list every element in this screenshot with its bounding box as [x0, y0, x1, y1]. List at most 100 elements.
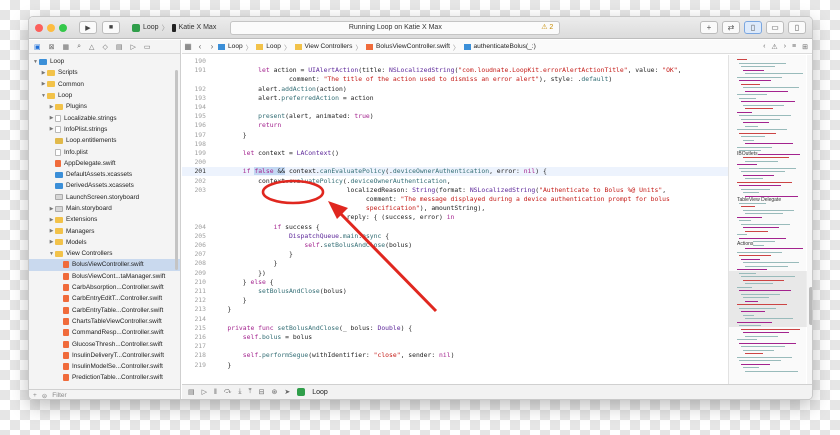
tree-item[interactable]: Info.plist — [29, 146, 180, 157]
tree-item[interactable]: ▶ Main.storyboard — [29, 203, 180, 214]
tree-item[interactable]: DefaultAssets.xcassets — [29, 169, 180, 180]
code-line[interactable]: 209 }) — [182, 269, 728, 278]
navigator-scrollbar[interactable] — [175, 70, 178, 270]
breadcrumb-item[interactable]: Loop 〉 — [256, 42, 291, 52]
breakpoint-icon[interactable]: ▷ — [130, 43, 135, 51]
add-icon[interactable]: + — [33, 392, 37, 399]
code-line[interactable]: 207 } — [182, 250, 728, 259]
code-line[interactable]: 208 } — [182, 259, 728, 268]
view-hierarchy-icon[interactable]: ⊟ — [259, 388, 265, 396]
step-over-icon[interactable]: ⤼ — [224, 388, 231, 396]
tree-item[interactable]: DerivedAssets.xcassets — [29, 180, 180, 191]
chevron-left-icon[interactable]: ‹ — [763, 43, 765, 51]
tree-item[interactable]: InsulinModelSe...Controller.swift — [29, 361, 180, 372]
code-line[interactable]: 192 alert.addAction(action) — [182, 85, 728, 94]
code-line[interactable]: comment: "The message displayed during a… — [182, 195, 728, 204]
tree-item[interactable]: CarbEntryTable...Controller.swift — [29, 305, 180, 316]
minimap-section-label[interactable]: IBOutlets — [737, 151, 758, 157]
minimize-window-button[interactable] — [47, 23, 55, 32]
tree-item[interactable]: BolusViewController.swift — [29, 259, 180, 271]
code-line[interactable]: 191 let action = UIAlertAction(title: NS… — [182, 66, 728, 75]
code-line[interactable]: 219 } — [182, 361, 728, 370]
warning-badge[interactable]: ⚠ 2 — [541, 23, 553, 31]
tree-item[interactable]: ▶ Models — [29, 237, 180, 248]
code-line[interactable]: 206 self.setBolusAndClose(bolus) — [182, 241, 728, 250]
test-icon[interactable]: ◇ — [102, 43, 107, 51]
hide-debug-icon[interactable]: ▤ — [188, 388, 195, 396]
code-line[interactable]: 213 } — [182, 305, 728, 314]
code-line[interactable]: 194 — [182, 103, 728, 112]
symbol-icon[interactable]: ▦ — [63, 43, 70, 51]
code-line[interactable]: 214 — [182, 315, 728, 324]
disclosure-closed-icon[interactable]: ▶ — [48, 217, 55, 223]
minimap-section-label[interactable]: Actions — [737, 241, 754, 247]
code-line[interactable]: specification"), amountString), — [182, 204, 728, 213]
disclosure-open-icon[interactable]: ▼ — [40, 93, 47, 99]
search-icon[interactable]: ⌕ — [77, 43, 81, 51]
disclosure-open-icon[interactable]: ▼ — [32, 59, 39, 65]
code-line[interactable]: reply: { (success, error) in — [182, 213, 728, 222]
minimap-section-label[interactable]: TableView Delegate — [737, 197, 782, 203]
code-line[interactable]: 190 — [182, 57, 728, 66]
tree-item[interactable]: ChartsTableViewController.swift — [29, 316, 180, 327]
tree-item[interactable]: PredictionTable...Controller.swift — [29, 372, 180, 383]
tree-item[interactable]: ▼ Loop — [29, 90, 180, 101]
tree-item[interactable]: LaunchScreen.storyboard — [29, 192, 180, 203]
library-button[interactable]: + — [700, 21, 718, 34]
code-line[interactable]: 199 let context = LAContext() — [182, 149, 728, 158]
editor-scrollbar[interactable] — [807, 55, 812, 385]
tree-item[interactable]: ▶ Localizable.strings — [29, 112, 180, 123]
location-icon[interactable]: ➤ — [284, 388, 290, 396]
related-items-icon[interactable]: ▦ — [182, 42, 194, 51]
toggle-inspector-button[interactable]: ▯ — [788, 21, 806, 34]
code-line[interactable]: comment: "The title of the action used t… — [182, 75, 728, 84]
code-line[interactable]: 195 present(alert, animated: true) — [182, 112, 728, 121]
tree-item[interactable]: AppDelegate.swift — [29, 158, 180, 169]
breadcrumb-item[interactable]: BolusViewController.swift 〉 — [366, 42, 460, 52]
disclosure-closed-icon[interactable]: ▶ — [48, 126, 55, 132]
scheme-selector[interactable]: Loop 〉 Katie X Max — [128, 21, 220, 34]
debug-icon[interactable]: ▤ — [116, 43, 123, 51]
toggle-debug-button[interactable]: ▭ — [766, 21, 784, 34]
code-line[interactable]: 193 alert.preferredAction = action — [182, 94, 728, 103]
code-line[interactable]: 200 — [182, 158, 728, 167]
code-line[interactable]: 197 } — [182, 131, 728, 140]
code-line[interactable]: 205 DispatchQueue.main.async { — [182, 232, 728, 241]
warning-icon[interactable]: ⚠ — [771, 43, 777, 51]
breakpoints-icon[interactable]: ▷ — [202, 388, 207, 396]
tree-item[interactable]: ▶ Plugins — [29, 101, 180, 112]
code-line[interactable]: 198 — [182, 140, 728, 149]
tree-item[interactable]: CarbAbsorption...Controller.swift — [29, 282, 180, 293]
code-line[interactable]: 196 return — [182, 121, 728, 130]
stop-button[interactable]: ■ — [102, 21, 120, 34]
code-line[interactable]: 210 } else { — [182, 278, 728, 287]
step-out-icon[interactable]: ⤒ — [249, 388, 252, 396]
disclosure-closed-icon[interactable]: ▶ — [40, 70, 47, 76]
tree-item[interactable]: ▶ Scripts — [29, 67, 180, 78]
tree-item[interactable]: Loop.entitlements — [29, 135, 180, 146]
disclosure-open-icon[interactable]: ▼ — [48, 251, 55, 257]
zoom-window-button[interactable] — [59, 23, 67, 32]
disclosure-closed-icon[interactable]: ▶ — [40, 81, 47, 87]
editor-scroll-thumb[interactable] — [809, 287, 812, 325]
tree-item[interactable]: InsulinDeliveryT...Controller.swift — [29, 350, 180, 361]
disclosure-closed-icon[interactable]: ▶ — [48, 239, 55, 245]
source-control-icon[interactable]: ⊠ — [49, 43, 55, 51]
breadcrumb-item[interactable]: Loop 〉 — [218, 42, 252, 52]
code-line[interactable]: 218 self.performSegue(withIdentifier: "c… — [182, 351, 728, 360]
chevron-right-icon[interactable]: › — [784, 43, 786, 51]
close-window-button[interactable] — [35, 23, 43, 32]
disclosure-closed-icon[interactable]: ▶ — [48, 228, 55, 234]
tree-item[interactable]: CommandResp...Controller.swift — [29, 327, 180, 338]
code-line[interactable]: 201 if false && context.canEvaluatePolic… — [182, 167, 728, 177]
breadcrumb-item[interactable]: authenticateBolus(_:) — [463, 43, 536, 50]
issue-icon[interactable]: △ — [89, 43, 94, 51]
tree-item[interactable]: ▼ View Controllers — [29, 248, 180, 259]
code-line[interactable]: 202 context.evaluatePolicy(.deviceOwnerA… — [182, 177, 728, 186]
pause-icon[interactable]: ‖ — [214, 389, 217, 396]
code-line[interactable]: 216 self.bolus = bolus — [182, 333, 728, 342]
toggle-navigator-button[interactable]: ▯ — [744, 21, 762, 34]
disclosure-closed-icon[interactable]: ▶ — [48, 206, 55, 212]
folder-icon[interactable]: ▣ — [34, 43, 41, 51]
memory-graph-icon[interactable]: ⊛ — [272, 388, 278, 396]
